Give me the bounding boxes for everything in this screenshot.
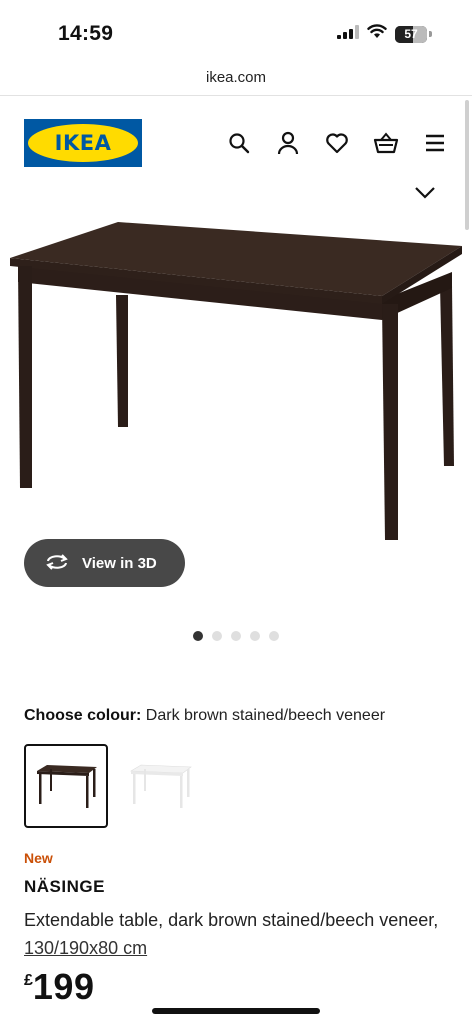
rotate-3d-icon bbox=[44, 553, 70, 574]
carousel-dot[interactable] bbox=[231, 631, 241, 641]
product-name: NÄSINGE bbox=[24, 877, 105, 896]
battery-level: 57 bbox=[404, 27, 418, 41]
logo-oval: IKEA bbox=[28, 124, 138, 162]
profile-icon[interactable] bbox=[275, 130, 301, 156]
battery-icon: 57 bbox=[395, 25, 427, 43]
menu-icon[interactable] bbox=[422, 130, 448, 156]
heart-icon[interactable] bbox=[324, 130, 350, 156]
product-description: Extendable table, dark brown stained/bee… bbox=[24, 906, 444, 962]
price-currency: £ bbox=[24, 972, 33, 989]
dimensions-link[interactable]: 130/190x80 cm bbox=[24, 938, 147, 958]
carousel-dot[interactable] bbox=[250, 631, 260, 641]
status-bar: 14:59 57 bbox=[0, 0, 472, 62]
carousel-dots[interactable] bbox=[0, 631, 472, 641]
status-time: 14:59 bbox=[58, 22, 114, 45]
colour-value: Dark brown stained/beech veneer bbox=[145, 707, 386, 724]
logo-text: IKEA bbox=[54, 131, 112, 155]
view-in-3d-button[interactable]: View in 3D bbox=[24, 539, 185, 587]
colour-swatches bbox=[24, 744, 202, 828]
wifi-icon bbox=[367, 24, 387, 44]
battery-tip bbox=[429, 31, 432, 37]
product-image[interactable] bbox=[0, 200, 472, 560]
new-badge: New bbox=[24, 850, 53, 866]
search-icon[interactable] bbox=[226, 130, 252, 156]
site-header: IKEA bbox=[0, 96, 472, 199]
url-bar[interactable]: ikea.com bbox=[0, 62, 472, 96]
carousel-dot[interactable] bbox=[212, 631, 222, 641]
status-icons: 57 bbox=[337, 24, 432, 44]
ikea-logo[interactable]: IKEA bbox=[24, 119, 142, 167]
product-price: £ 199 bbox=[24, 966, 94, 1008]
signal-icon bbox=[337, 24, 359, 44]
price-value: 199 bbox=[32, 966, 95, 1007]
colour-row: Choose colour: Dark brown stained/beech … bbox=[24, 707, 385, 725]
carousel-dot[interactable] bbox=[193, 631, 203, 641]
view3d-label: View in 3D bbox=[82, 554, 157, 572]
header-icons bbox=[226, 130, 448, 156]
swatch-dark-brown[interactable] bbox=[24, 744, 108, 828]
colour-label: Choose colour: bbox=[24, 707, 142, 724]
swatch-white[interactable] bbox=[118, 744, 202, 828]
url-text[interactable]: ikea.com bbox=[206, 69, 266, 86]
description-text: Extendable table, dark brown stained/bee… bbox=[24, 910, 439, 930]
basket-icon[interactable] bbox=[373, 130, 399, 156]
carousel-dot[interactable] bbox=[269, 631, 279, 641]
home-indicator[interactable] bbox=[152, 1008, 320, 1014]
